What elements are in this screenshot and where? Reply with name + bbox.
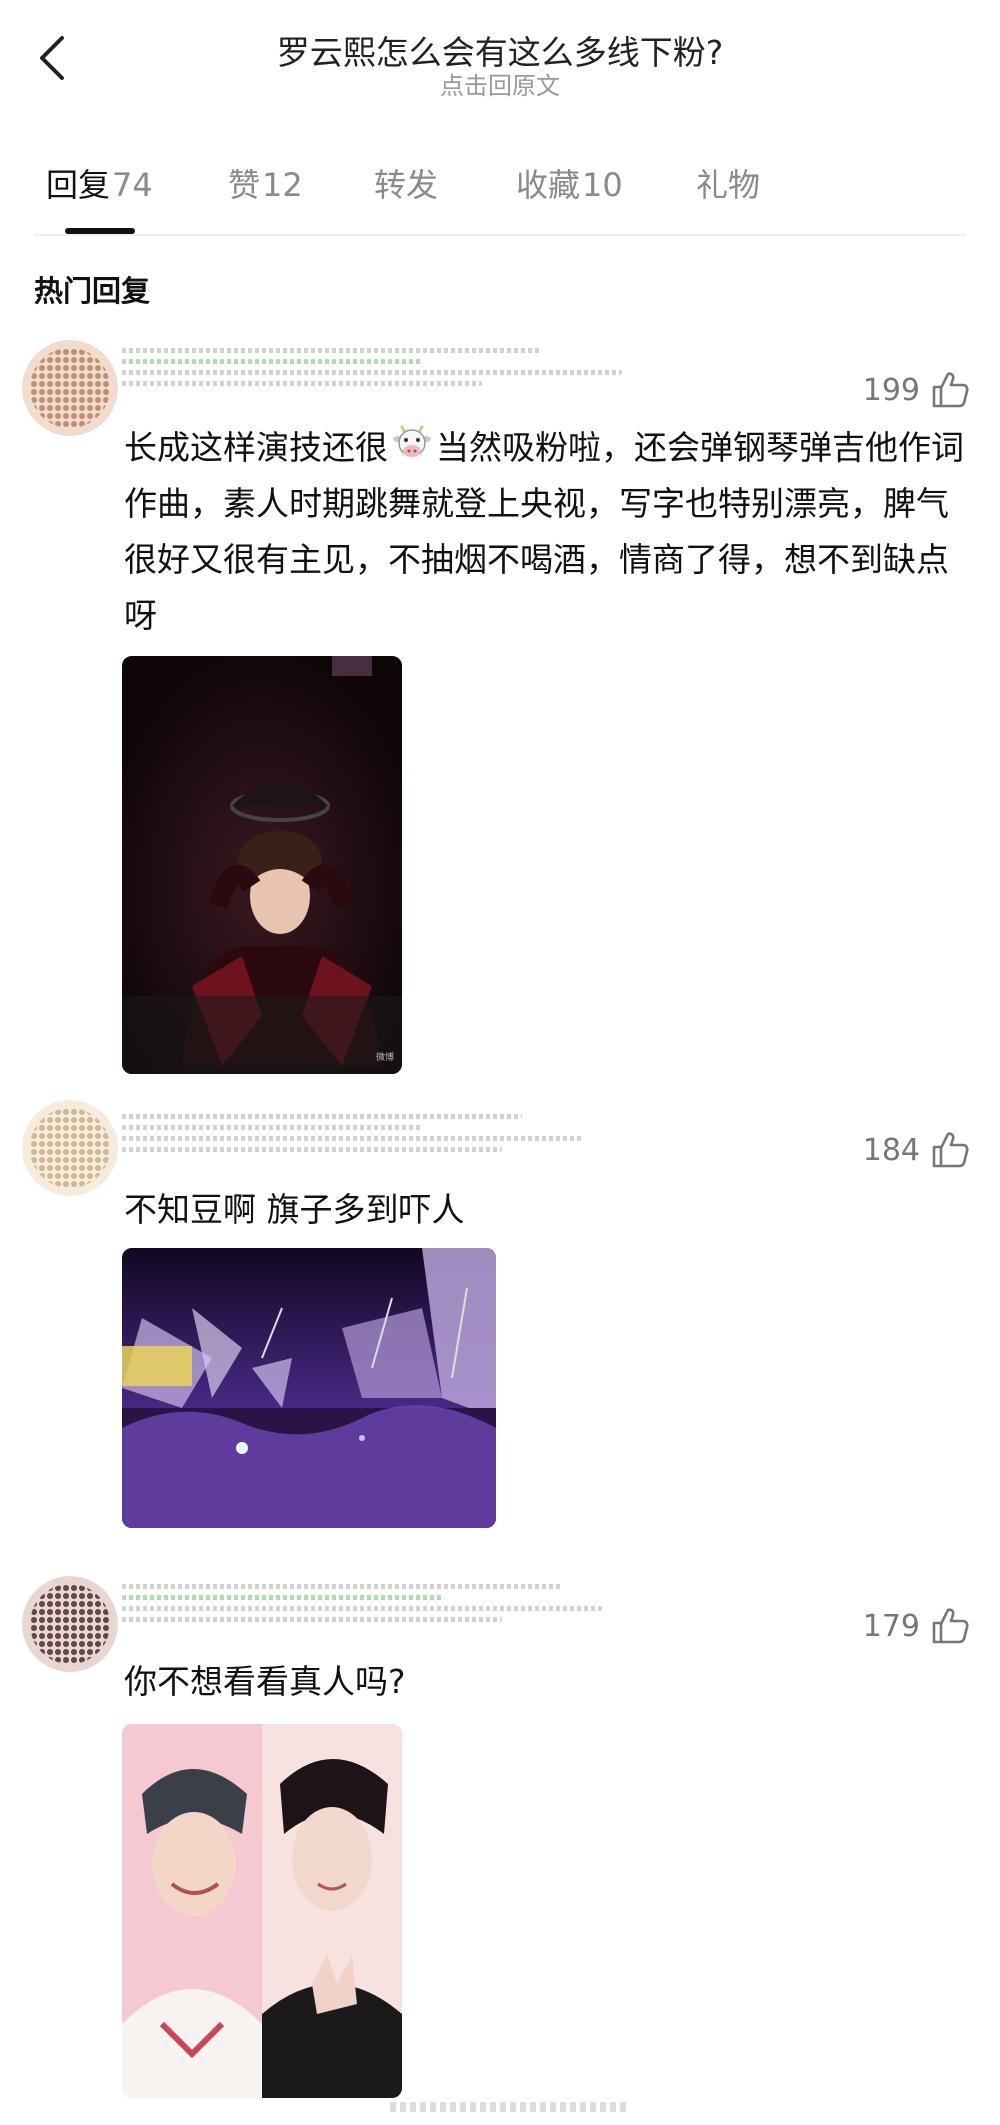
- comment-text-part: 长成这样演技还很: [124, 428, 388, 467]
- tab-count: 12: [262, 166, 303, 204]
- cow-face-emoji: [393, 425, 431, 457]
- tab-reposts[interactable]: 转发: [374, 160, 438, 206]
- photo-watermark: 微博: [376, 1051, 394, 1062]
- like-button[interactable]: 184: [863, 1130, 970, 1170]
- concert-photo[interactable]: 微博: [122, 656, 402, 1074]
- collage-photo[interactable]: [122, 1724, 402, 2098]
- thumbs-up-icon: [932, 372, 969, 408]
- username-redacted[interactable]: [122, 1114, 642, 1178]
- top-bar: 罗云熙怎么会有这么多线下粉? 点击回原文: [0, 0, 1000, 110]
- like-button[interactable]: 199: [863, 370, 970, 410]
- tab-label: 礼物: [696, 166, 761, 204]
- username-redacted[interactable]: [122, 1584, 642, 1648]
- tab-bar: 回复74 赞12 转发 收藏10 礼物: [46, 160, 966, 240]
- comment-text: 长成这样演技还很 当然吸粉啦，还会弹钢琴弹吉他作词作曲，素人时期跳舞就登上央视，…: [124, 420, 964, 644]
- section-title: 热门回复: [34, 274, 151, 308]
- tab-likes[interactable]: 赞12: [228, 160, 303, 206]
- divider: [34, 234, 966, 236]
- back-to-original-link[interactable]: 点击回原文: [0, 66, 1000, 101]
- like-count: 199: [862, 372, 920, 408]
- tab-label: 回复: [46, 166, 111, 204]
- concert-photo[interactable]: [122, 1248, 496, 1528]
- avatar[interactable]: [22, 340, 118, 436]
- tab-label: 转发: [374, 166, 439, 204]
- tab-count: 74: [112, 166, 153, 204]
- avatar[interactable]: [22, 1100, 118, 1196]
- username-redacted[interactable]: [122, 348, 642, 412]
- thumbs-up-icon: [932, 1132, 969, 1168]
- thumbs-up-icon: [932, 1608, 969, 1644]
- tab-gifts[interactable]: 礼物: [696, 160, 760, 206]
- comment-text: 不知豆啊 旗子多到吓人: [124, 1190, 465, 1229]
- tab-label: 赞: [228, 166, 261, 204]
- like-count: 184: [862, 1132, 920, 1168]
- avatar[interactable]: [22, 1576, 118, 1672]
- truncated-content-indicator: [390, 2102, 630, 2114]
- tab-count: 10: [582, 166, 623, 204]
- tab-label: 收藏: [516, 166, 581, 204]
- like-count: 179: [862, 1608, 920, 1644]
- like-button[interactable]: 179: [863, 1606, 970, 1646]
- tab-favorites[interactable]: 收藏10: [516, 160, 623, 206]
- comment-text: 你不想看看真人吗?: [124, 1662, 406, 1701]
- tab-replies[interactable]: 回复74: [46, 160, 153, 206]
